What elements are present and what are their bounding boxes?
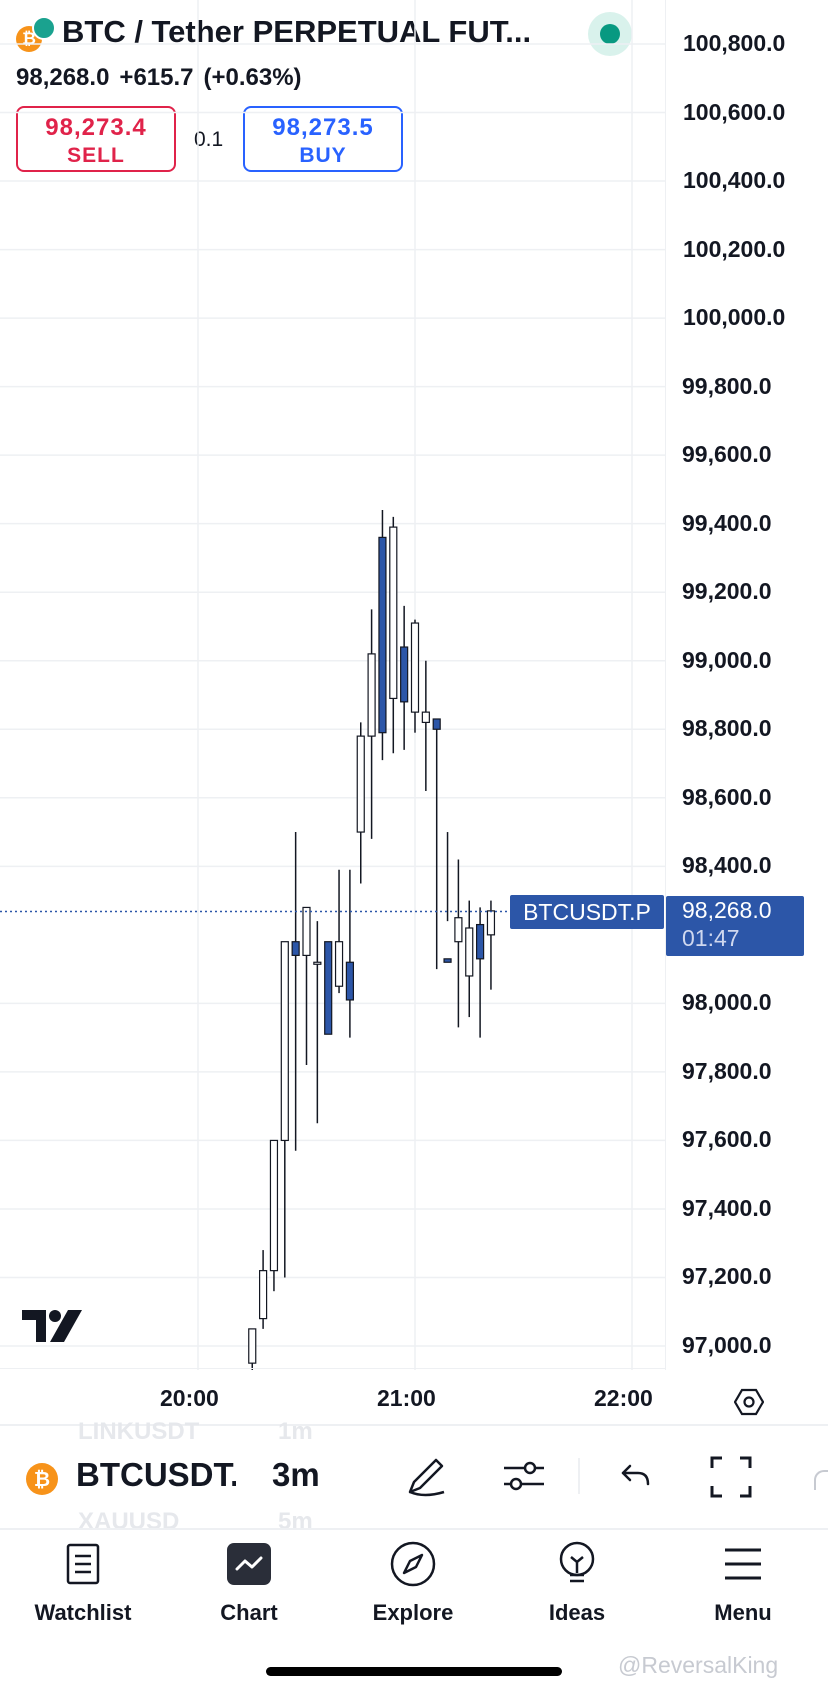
price-axis-label: 98,600.0 <box>682 783 772 810</box>
nav-label: Watchlist <box>34 1600 132 1625</box>
tradingview-logo[interactable] <box>22 1308 86 1344</box>
candle-body <box>421 711 430 724</box>
time-axis-label: 22:00 <box>594 1385 653 1411</box>
candle-body <box>443 958 452 963</box>
candle-body <box>356 735 365 833</box>
candle-body <box>302 906 311 957</box>
candle-body <box>378 536 387 734</box>
price-axis-label: 98,400.0 <box>682 852 772 879</box>
navbar-divider <box>0 1528 828 1530</box>
candle-body <box>324 941 333 1035</box>
bitcoin-icon: ₿ <box>26 1463 58 1495</box>
symbol-price-tag: BTCUSDT.P <box>510 894 664 929</box>
price-axis-label: 99,200.0 <box>682 578 772 605</box>
price-axis-label: 100,000.0 <box>683 304 786 331</box>
price-axis-label: 97,200.0 <box>682 1263 772 1290</box>
next-timeframe-ghost: 5m <box>278 1508 313 1535</box>
price-axis-label: 97,400.0 <box>682 1194 772 1221</box>
price-axis-label: 100,800.0 <box>683 29 786 56</box>
price-axis-label: 98,000.0 <box>682 989 772 1016</box>
chart-settings-icon[interactable] <box>734 1387 764 1417</box>
price-axis-label: 98,800.0 <box>682 715 772 742</box>
candle-body <box>367 653 376 737</box>
candle-body <box>259 1270 268 1320</box>
lightbulb-icon <box>559 1541 595 1583</box>
candle-body <box>400 646 409 703</box>
more-tools-icon[interactable] <box>814 1470 828 1490</box>
prev-symbol-ghost: LINKUSDT <box>78 1418 200 1445</box>
compass-icon <box>390 1541 436 1587</box>
nav-label: Explore <box>372 1600 454 1625</box>
toolbar-separator <box>578 1458 580 1494</box>
candle-body <box>248 1328 257 1364</box>
sliders-icon[interactable] <box>502 1456 546 1496</box>
time-axis-label: 21:00 <box>377 1385 436 1411</box>
price-axis-label: 99,000.0 <box>682 646 772 673</box>
price-axis-label: 97,000.0 <box>682 1332 772 1358</box>
candle-body <box>334 941 344 987</box>
price-axis-label: 97,800.0 <box>682 1057 772 1084</box>
time-axis-divider <box>0 1368 666 1369</box>
next-symbol-ghost: XAUUSD <box>78 1508 180 1535</box>
price-axis-label: 100,400.0 <box>683 167 786 194</box>
price-axis-label: 99,400.0 <box>682 509 772 536</box>
candle-body <box>345 961 354 1001</box>
nav-label: Ideas <box>548 1600 606 1625</box>
watchlist-icon <box>66 1543 100 1585</box>
time-axis-label: 20:00 <box>160 1385 219 1411</box>
home-indicator[interactable] <box>266 1667 562 1676</box>
timeframe-selector[interactable]: 3m <box>272 1456 320 1494</box>
candle-body <box>432 718 441 730</box>
fullscreen-icon[interactable] <box>710 1456 752 1498</box>
candle-body <box>280 941 289 1142</box>
pen-icon[interactable] <box>404 1454 448 1498</box>
price-axis-label: 99,600.0 <box>682 441 772 468</box>
prev-timeframe-ghost: 1m <box>278 1418 313 1445</box>
current-price-tag: 98,268.0 01:47 <box>666 895 804 956</box>
candle-body <box>486 910 496 936</box>
candle-body <box>465 927 474 977</box>
watermark: @ReversalKing <box>618 1652 779 1678</box>
nav-label: Chart <box>220 1600 278 1625</box>
candle-body <box>389 526 398 700</box>
candle-body <box>454 917 463 943</box>
symbol-selector[interactable]: BTCUSDT.P <box>76 1456 236 1494</box>
candle-body <box>313 961 322 965</box>
price-chart[interactable] <box>0 0 666 1370</box>
price-axis-label: 100,600.0 <box>683 98 786 125</box>
axis-divider <box>665 0 666 1370</box>
price-axis-label: 100,200.0 <box>683 235 786 262</box>
price-axis-label: 97,600.0 <box>682 1126 772 1153</box>
candle-body <box>269 1139 279 1272</box>
price-axis-label: 99,800.0 <box>682 372 772 399</box>
undo-icon[interactable] <box>620 1462 652 1490</box>
current-price-value: 98,268.0 <box>682 896 772 923</box>
candle-body <box>291 941 300 957</box>
chart-icon <box>227 1543 271 1585</box>
hamburger-icon <box>725 1548 761 1580</box>
candle-body <box>476 923 485 960</box>
bar-countdown: 01:47 <box>682 924 740 951</box>
candle-body <box>410 622 420 713</box>
nav-label: Menu <box>714 1600 772 1625</box>
